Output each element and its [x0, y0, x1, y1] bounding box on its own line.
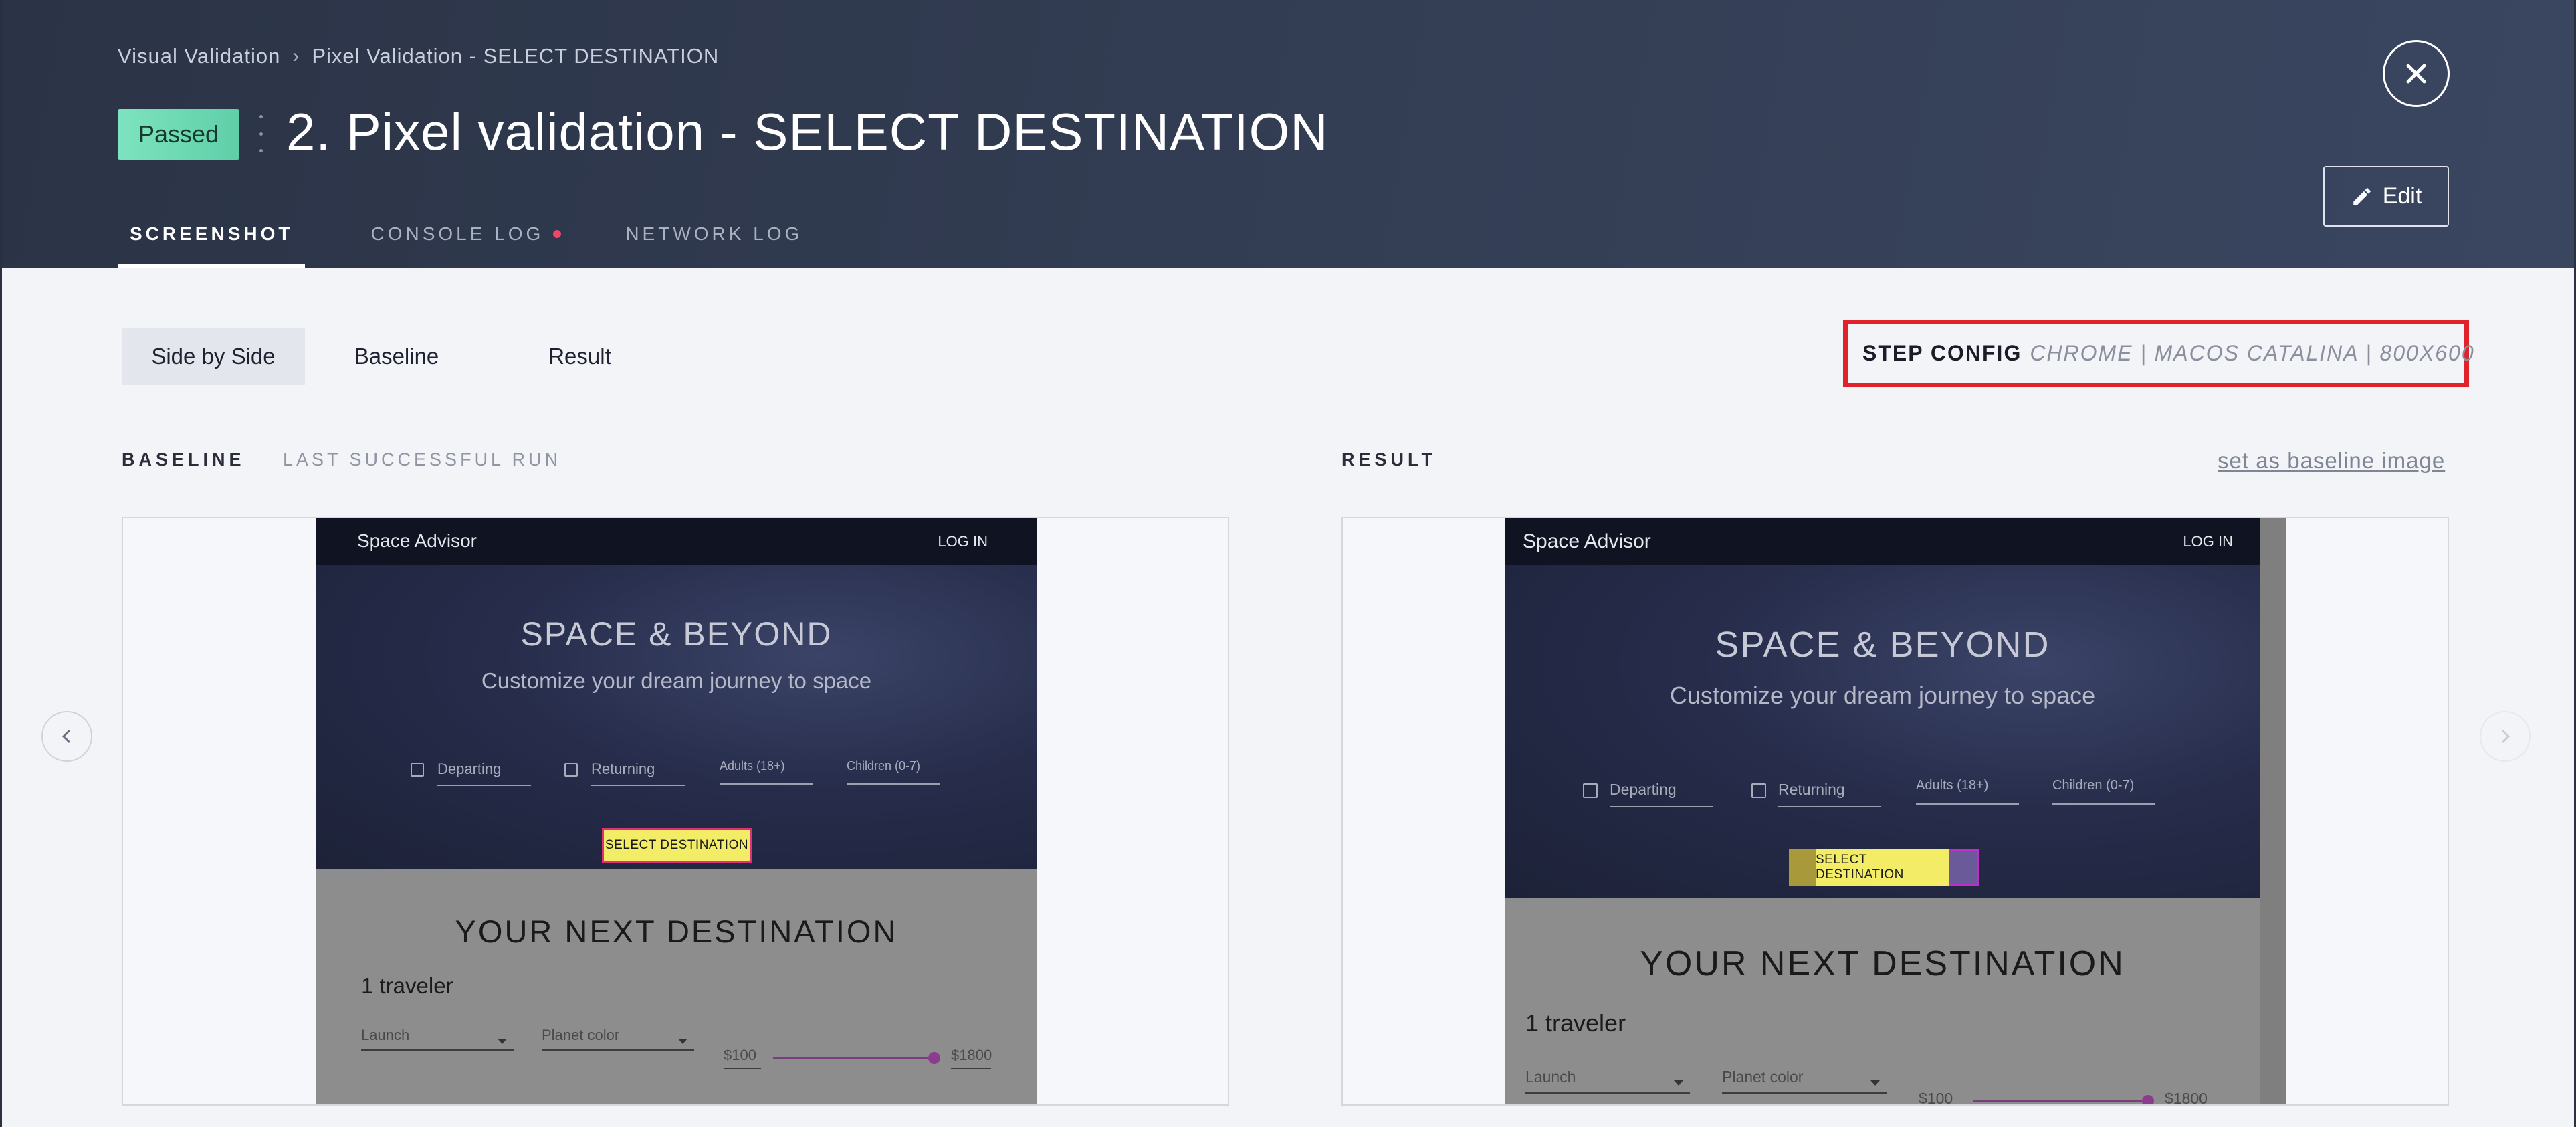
breadcrumb-current: Pixel Validation - SELECT DESTINATION: [312, 44, 720, 68]
app-price-slider: [773, 1057, 934, 1059]
edit-button-label: Edit: [2382, 183, 2422, 209]
app-login-link: LOG IN: [2183, 533, 2233, 550]
breadcrumb: Visual Validation › Pixel Validation - S…: [118, 44, 719, 68]
step-config: STEP CONFIG CHROME | MACOS CATALINA | 80…: [1843, 320, 2474, 387]
app-returning-field: Returning: [1778, 781, 1881, 807]
app-select-destination-button: SELECT DESTINATION: [602, 828, 752, 863]
baseline-panel: Space Advisor LOG IN SPACE & BEYOND Cust…: [122, 517, 1229, 1106]
chevron-down-icon: [498, 1039, 507, 1044]
chevron-right-icon: ›: [292, 45, 300, 67]
app-price-slider-knob: [2142, 1095, 2154, 1104]
app-hero: SPACE & BEYOND Customize your dream jour…: [1505, 565, 2260, 898]
app-departing-field: Departing: [1610, 781, 1713, 807]
kebab-menu-icon[interactable]: [257, 115, 264, 152]
pencil-icon: [2353, 187, 2371, 205]
app-price-slider: [1973, 1100, 2147, 1102]
app-navbar: Space Advisor LOG IN: [316, 518, 1037, 565]
tab-console-log-label: CONSOLE LOG: [370, 223, 544, 244]
app-adults-select: Adults (18+): [1916, 778, 2019, 805]
app-adults-select: Adults (18+): [720, 759, 813, 785]
edit-button[interactable]: Edit: [2323, 166, 2449, 227]
app-brand: Space Advisor: [357, 530, 477, 551]
console-error-indicator: [553, 230, 562, 238]
app-select-destination-button: SELECT DESTINATION: [1816, 849, 1949, 886]
app-login-link: LOG IN: [938, 533, 988, 550]
app-returning-field: Returning: [591, 760, 685, 786]
diff-highlight-right: [1949, 849, 1979, 886]
set-as-baseline-link[interactable]: set as baseline image: [2218, 448, 2445, 474]
app-hero-title: SPACE & BEYOND: [1715, 625, 2050, 665]
status-badge: Passed: [118, 109, 239, 160]
app-hero: SPACE & BEYOND Customize your dream jour…: [316, 565, 1037, 869]
calendar-icon: [411, 763, 424, 777]
baseline-screenshot: Space Advisor LOG IN SPACE & BEYOND Cust…: [316, 518, 1037, 1104]
result-screenshot: Space Advisor LOG IN SPACE & BEYOND Cust…: [1505, 518, 2286, 1104]
app-launch-select: Launch: [361, 1027, 514, 1051]
app-section-title: YOUR NEXT DESTINATION: [455, 914, 898, 949]
chevron-right-icon: [2501, 729, 2510, 744]
app-travelers-text: 1 traveler: [361, 973, 453, 998]
step-config-label: STEP CONFIG: [1862, 341, 2022, 365]
app-price-min: $100: [724, 1047, 761, 1069]
app-planet-color-select: Planet color: [1722, 1068, 1887, 1094]
app-hero-subtitle: Customize your dream journey to space: [481, 668, 872, 693]
app-hero-title: SPACE & BEYOND: [520, 615, 833, 653]
calendar-icon: [1751, 783, 1766, 798]
next-step-button[interactable]: [2480, 711, 2531, 762]
app-price-min: $100: [1919, 1090, 1959, 1104]
tab-console-log[interactable]: CONSOLE LOG: [358, 201, 573, 268]
app-price-slider-knob: [928, 1052, 940, 1064]
result-panel: Space Advisor LOG IN SPACE & BEYOND Cust…: [1341, 517, 2449, 1106]
app-children-select: Children (0-7): [847, 759, 940, 785]
chevron-down-icon: [1674, 1080, 1683, 1086]
view-side-by-side[interactable]: Side by Side: [122, 328, 305, 385]
chevron-down-icon: [678, 1039, 687, 1044]
view-baseline[interactable]: Baseline: [305, 328, 488, 385]
calendar-icon: [1583, 783, 1598, 798]
last-successful-run-label: LAST SUCCESSFUL RUN: [283, 449, 562, 470]
app-planet-color-select: Planet color: [542, 1027, 694, 1051]
app-departing-field: Departing: [437, 760, 531, 786]
tab-bar: SCREENSHOT CONSOLE LOG NETWORK LOG: [118, 201, 868, 268]
view-result[interactable]: Result: [488, 328, 671, 385]
tab-network-log[interactable]: NETWORK LOG: [613, 201, 815, 268]
baseline-label: BASELINE: [122, 449, 245, 470]
page-title: 2. Pixel validation - SELECT DESTINATION: [286, 102, 1329, 161]
app-children-select: Children (0-7): [2052, 778, 2155, 805]
app-price-max: $1800: [2165, 1090, 2212, 1104]
previous-step-button[interactable]: [41, 711, 92, 762]
app-hero-subtitle: Customize your dream journey to space: [1669, 682, 2096, 709]
step-config-value: CHROME | MACOS CATALINA | 800X600: [2030, 341, 2475, 365]
chevron-left-icon: [62, 729, 71, 744]
app-section-title: YOUR NEXT DESTINATION: [1640, 944, 2125, 983]
scrollbar-track: [2260, 518, 2286, 1104]
header-bar: Visual Validation › Pixel Validation - S…: [0, 0, 2576, 268]
breadcrumb-root-link[interactable]: Visual Validation: [118, 44, 280, 68]
result-label: RESULT: [1341, 449, 1436, 470]
app-price-max: $1800: [951, 1047, 992, 1069]
tab-network-log-label: NETWORK LOG: [625, 223, 803, 244]
view-mode-toggle: Side by Side Baseline Result: [122, 328, 671, 385]
app-brand: Space Advisor: [1523, 530, 1651, 552]
app-travelers-text: 1 traveler: [1525, 1009, 1626, 1037]
close-button[interactable]: [2383, 40, 2450, 107]
close-icon: [2406, 64, 2426, 84]
diff-highlight-left: [1789, 849, 1816, 886]
tab-screenshot-label: SCREENSHOT: [130, 223, 294, 244]
tab-screenshot[interactable]: SCREENSHOT: [118, 201, 306, 268]
app-launch-select: Launch: [1525, 1068, 1690, 1094]
calendar-icon: [564, 763, 578, 777]
app-navbar: Space Advisor LOG IN: [1505, 518, 2260, 565]
chevron-down-icon: [1870, 1080, 1880, 1086]
